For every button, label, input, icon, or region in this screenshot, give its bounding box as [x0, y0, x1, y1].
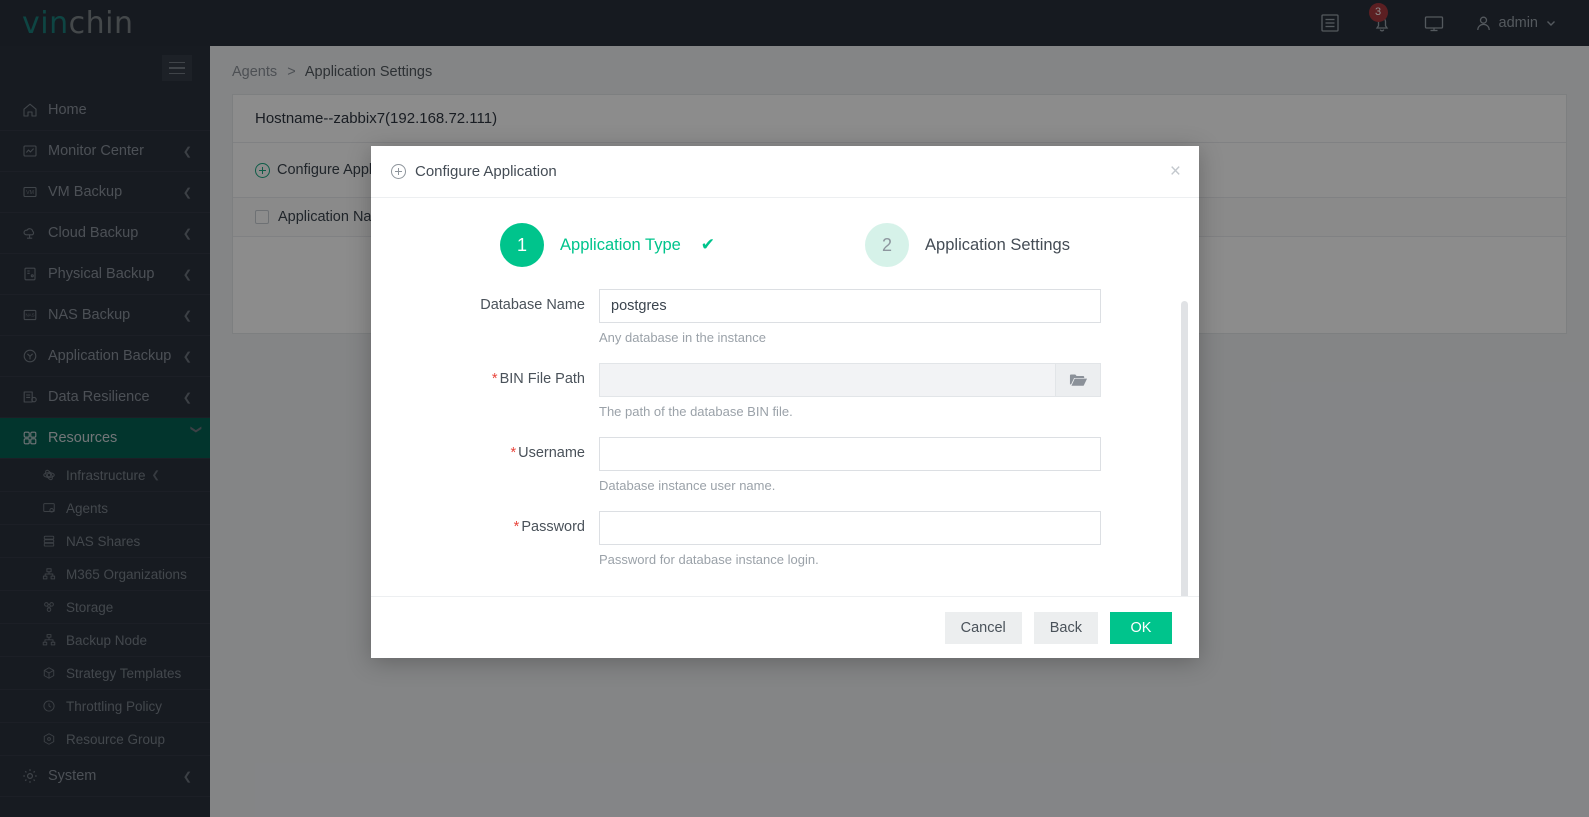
wizard-step-1[interactable]: 1 Application Type ✔: [500, 223, 715, 267]
field-control-username: Database instance user name.: [599, 437, 1101, 507]
field-control-bin-file-path: The path of the database BIN file.: [599, 363, 1101, 433]
field-label-text: BIN File Path: [499, 371, 585, 387]
field-label-text: Database Name: [480, 297, 585, 313]
field-label-database-name: Database Name: [371, 289, 599, 359]
field-label-text: Username: [518, 445, 585, 461]
step-2-number: 2: [865, 223, 910, 267]
required-marker: *: [513, 519, 520, 535]
cancel-button[interactable]: Cancel: [944, 611, 1022, 644]
application-window: vinchin 3 admin Home Monitor Center ❮ VM…: [0, 0, 1589, 817]
step-1-number: 1: [500, 223, 545, 267]
step-2-label: Application Settings: [925, 235, 1070, 254]
form-row-database-name: Database Name Any database in the instanc…: [371, 289, 1199, 359]
form-row-username: * Username Database instance user name.: [371, 437, 1199, 507]
application-settings-form: Database Name Any database in the instanc…: [371, 289, 1199, 581]
form-row-password: * Password Password for database instance …: [371, 511, 1199, 581]
dialog-title-group: Configure Application: [391, 163, 557, 180]
dialog-title: Configure Application: [415, 163, 557, 180]
wizard-step-2[interactable]: 2 Application Settings: [865, 223, 1070, 267]
field-control-database-name: Any database in the instance: [599, 289, 1101, 359]
field-hint-bin-file-path: The path of the database BIN file.: [599, 404, 793, 419]
form-row-bin-file-path: * BIN File Path The path of the database B…: [371, 363, 1199, 433]
field-label-text: Password: [521, 519, 585, 535]
required-marker: *: [491, 371, 498, 387]
plus-circle-icon: [391, 164, 406, 179]
close-icon[interactable]: ×: [1170, 162, 1181, 181]
wizard-steps: 1 Application Type ✔ 2 Application Setti…: [371, 198, 1199, 289]
back-button[interactable]: Back: [1033, 611, 1098, 644]
required-marker: *: [510, 445, 517, 461]
field-label-bin-file-path: * BIN File Path: [371, 363, 599, 433]
configure-application-dialog: Configure Application × 1 Application Ty…: [371, 146, 1199, 658]
dialog-scrollbar[interactable]: [1181, 301, 1188, 596]
field-control-password: Password for database instance login.: [599, 511, 1101, 581]
ok-button[interactable]: OK: [1110, 611, 1172, 644]
field-hint-database-name: Any database in the instance: [599, 330, 766, 345]
step-1-label: Application Type: [560, 235, 681, 254]
database-name-input[interactable]: [599, 289, 1101, 323]
folder-icon[interactable]: [1055, 363, 1101, 397]
check-icon: ✔: [700, 235, 716, 254]
dialog-body: Database Name Any database in the instanc…: [371, 289, 1199, 596]
field-label-password: * Password: [371, 511, 599, 581]
field-hint-password: Password for database instance login.: [599, 552, 819, 567]
dialog-header: Configure Application ×: [371, 146, 1199, 198]
field-hint-username: Database instance user name.: [599, 478, 776, 493]
bin-file-path-input-group: [599, 363, 1101, 397]
bin-file-path-input[interactable]: [599, 363, 1055, 397]
password-input[interactable]: [599, 511, 1101, 545]
field-label-username: * Username: [371, 437, 599, 507]
username-input[interactable]: [599, 437, 1101, 471]
dialog-footer: Cancel Back OK: [371, 596, 1199, 658]
